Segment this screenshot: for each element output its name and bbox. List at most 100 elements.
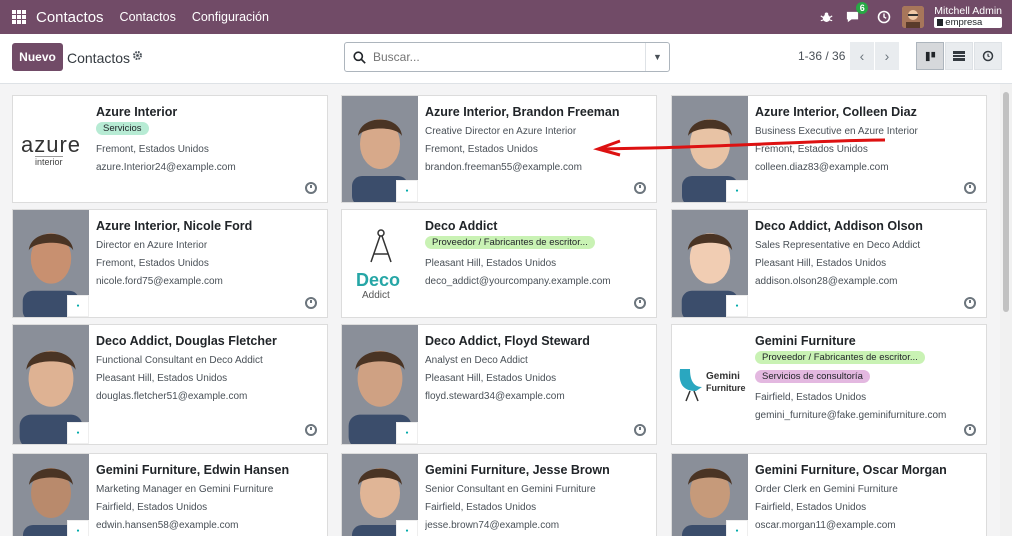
activity-clock-icon[interactable] <box>305 297 317 309</box>
contact-email: jesse.brown74@example.com <box>425 520 560 531</box>
contact-detail: Order Clerk en Gemini Furniture <box>755 484 898 495</box>
contact-detail: Functional Consultant en Deco Addict <box>96 355 263 366</box>
activity-clock-icon[interactable] <box>634 297 646 309</box>
search-options-toggle[interactable]: ▼ <box>645 43 669 71</box>
company-mini-logo: ● <box>67 295 89 317</box>
logo-subtext: Addict <box>362 290 390 301</box>
contact-email: addison.olson28@example.com <box>755 276 898 287</box>
contact-card[interactable]: ● Deco Addict, Addison Olson Sales Represe… <box>671 209 987 318</box>
vertical-scrollbar[interactable] <box>1000 84 1012 536</box>
activity-clock-icon[interactable] <box>634 182 646 194</box>
contact-name: Deco Addict <box>425 219 498 233</box>
card-body: Deco Addict, Floyd Steward Analyst en Dec… <box>425 334 648 402</box>
company-mini-logo: ● <box>396 422 418 444</box>
search-input[interactable] <box>373 43 645 71</box>
company-mini-logo: ● <box>726 180 748 202</box>
scrollbar-thumb[interactable] <box>1003 92 1009 312</box>
card-body: Gemini Furniture, Jesse Brown Senior Cons… <box>425 463 648 531</box>
activity-view-button[interactable] <box>974 42 1002 70</box>
company-mini-logo: ● <box>67 422 89 444</box>
contact-name: Deco Addict, Addison Olson <box>755 219 923 233</box>
category-tag: Proveedor / Fabricantes de escritor... <box>755 351 925 364</box>
activity-clock-icon[interactable] <box>964 182 976 194</box>
contact-card[interactable]: Deco Addict Deco Addict Proveedor / Fabrica… <box>341 209 657 318</box>
new-button[interactable]: Nuevo <box>12 43 63 71</box>
user-avatar[interactable] <box>902 6 925 28</box>
card-body: Deco Addict, Addison Olson Sales Represen… <box>755 219 978 287</box>
contact-email: douglas.fletcher51@example.com <box>96 391 248 402</box>
contact-detail: Marketing Manager en Gemini Furniture <box>96 484 274 495</box>
bug-icon[interactable] <box>818 9 834 25</box>
app-title[interactable]: Contactos <box>36 9 104 26</box>
company-mini-logo: ● <box>726 520 748 536</box>
company-logo-gemini: Gemini Furniture <box>672 325 748 444</box>
contact-name: Deco Addict, Douglas Fletcher <box>96 334 277 348</box>
contact-email: azure.Interior24@example.com <box>96 162 236 173</box>
contact-card[interactable]: ● Gemini Furniture, Oscar Morgan Order Cle… <box>671 453 987 536</box>
card-body: Azure Interior, Nicole Ford Director en A… <box>96 219 319 287</box>
contact-name: Gemini Furniture <box>755 334 856 348</box>
user-menu[interactable]: Mitchell Admin empresa <box>934 6 1002 28</box>
card-body: Azure Interior Servicios Fremont, Estados … <box>96 105 319 173</box>
contact-email: oscar.morgan11@example.com <box>755 520 896 531</box>
contact-email: brandon.freeman55@example.com <box>425 162 582 173</box>
list-view-button[interactable] <box>945 42 973 70</box>
gear-icon[interactable] <box>132 50 143 64</box>
apps-menu-icon[interactable] <box>12 10 26 24</box>
contact-card[interactable]: azure interior Azure Interior Servicios Frem… <box>12 95 328 203</box>
contact-detail: Pleasant Hill, Estados Unidos <box>96 373 228 384</box>
pager-previous-button[interactable]: ‹ <box>850 42 874 70</box>
contact-name: Gemini Furniture, Edwin Hansen <box>96 463 290 477</box>
contact-name: Gemini Furniture, Oscar Morgan <box>755 463 947 477</box>
messages-icon[interactable]: 6 <box>844 2 869 25</box>
contact-name: Gemini Furniture, Jesse Brown <box>425 463 610 477</box>
pager-value[interactable]: 1-36 / 36 <box>798 49 845 63</box>
card-body: Gemini Furniture, Edwin Hansen Marketing … <box>96 463 319 531</box>
activity-clock-icon[interactable] <box>634 424 646 436</box>
contact-detail: Fairfield, Estados Unidos <box>425 502 537 513</box>
contact-detail: Pleasant Hill, Estados Unidos <box>755 258 887 269</box>
menu-contactos[interactable]: Contactos <box>120 10 176 24</box>
company-name: empresa <box>945 17 983 28</box>
contact-photo: ● <box>342 96 418 202</box>
logo-text: Deco <box>356 270 401 290</box>
activity-clock-icon[interactable] <box>305 424 317 436</box>
contact-card[interactable]: ● Gemini Furniture, Jesse Brown Senior Con… <box>341 453 657 536</box>
menu-configuracion[interactable]: Configuración <box>192 10 269 24</box>
logo-text: azure <box>21 132 82 157</box>
kanban-view-button[interactable] <box>916 42 944 70</box>
contact-email: deco_addict@yourcompany.example.com <box>425 276 611 287</box>
contact-name: Azure Interior, Nicole Ford <box>96 219 253 233</box>
activity-clock-icon[interactable] <box>305 182 317 194</box>
contact-card[interactable]: Gemini Furniture Gemini Furniture Proveedor… <box>671 324 987 445</box>
red-annotation-arrow <box>593 138 886 157</box>
category-tag: Proveedor / Fabricantes de escritor... <box>425 236 595 249</box>
contact-photo: ● <box>672 454 748 536</box>
messages-badge: 6 <box>856 2 869 14</box>
activity-clock-icon[interactable] <box>964 424 976 436</box>
contact-detail: Fairfield, Estados Unidos <box>755 392 867 403</box>
contact-card[interactable]: ● Deco Addict, Douglas Fletcher Functional… <box>12 324 328 445</box>
contact-detail: Pleasant Hill, Estados Unidos <box>425 373 557 384</box>
contact-name: Azure Interior, Brandon Freeman <box>425 105 620 119</box>
company-mini-logo: ● <box>396 180 418 202</box>
contact-card[interactable]: ● Deco Addict, Floyd Steward Analyst en De… <box>341 324 657 445</box>
contact-detail: Pleasant Hill, Estados Unidos <box>425 258 557 269</box>
company-mini-logo: ● <box>396 520 418 536</box>
contact-card[interactable]: ● Azure Interior, Nicole Ford Director en … <box>12 209 328 318</box>
activity-clock-icon[interactable] <box>964 297 976 309</box>
logo-subtext: Furniture <box>706 383 746 393</box>
contact-name: Azure Interior <box>96 105 178 119</box>
top-navbar: Contactos Contactos Configuración 6 Mitc… <box>0 0 1012 34</box>
contact-name: Deco Addict, Floyd Steward <box>425 334 590 348</box>
contact-card[interactable]: ● Gemini Furniture, Edwin Hansen Marketing… <box>12 453 328 536</box>
pager-next-button[interactable]: › <box>875 42 899 70</box>
contact-email: gemini_furniture@fake.geminifurniture.co… <box>755 410 947 421</box>
building-icon <box>937 19 944 26</box>
card-body: Deco Addict, Douglas Fletcher Functional … <box>96 334 319 402</box>
chair-icon <box>679 369 702 402</box>
search-bar[interactable]: ▼ <box>344 42 670 72</box>
activity-clock-icon[interactable] <box>876 9 892 25</box>
company-switcher[interactable]: empresa <box>934 17 1002 28</box>
contact-detail: Fremont, Estados Unidos <box>96 144 209 155</box>
